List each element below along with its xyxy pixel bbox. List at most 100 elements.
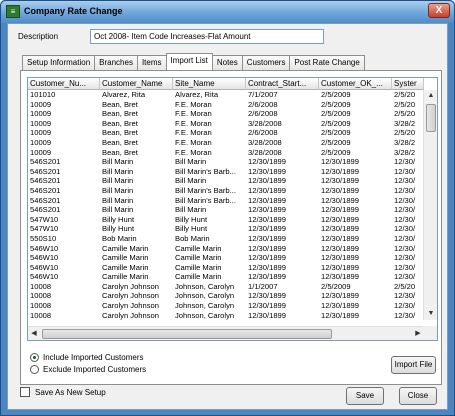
table-row[interactable]: 10008 Carolyn Johnson Johnson, Carolyn 12/3… bbox=[28, 291, 424, 301]
table-cell: 10008 bbox=[30, 301, 52, 311]
table-cell: 12/30/1899 bbox=[321, 272, 360, 282]
table-cell: 1/1/2007 bbox=[248, 281, 278, 291]
save-as-new-checkbox[interactable] bbox=[20, 387, 30, 397]
table-cell: 12/30/ bbox=[394, 233, 416, 243]
close-button[interactable]: Close bbox=[399, 387, 437, 405]
table-cell: 2/6/2008 bbox=[248, 99, 278, 109]
table-cell: Bean, Bret bbox=[102, 128, 138, 138]
table-cell: Camille Marin bbox=[175, 253, 222, 263]
grid-header: Customer_Nu... Customer_Name Site_Name Cont… bbox=[28, 78, 424, 90]
import-grid[interactable]: Customer_Nu... Customer_Name Site_Name Cont… bbox=[27, 77, 438, 341]
table-row[interactable]: 546S201 Bill Marin Bill Marin 12/30/1899 12/… bbox=[28, 157, 424, 167]
table-cell: Billy Hunt bbox=[102, 214, 135, 224]
table-cell: 12/30/1899 bbox=[248, 166, 287, 176]
tab-items[interactable]: Items bbox=[136, 55, 167, 70]
table-cell: 10009 bbox=[30, 109, 52, 119]
table-row[interactable]: 546W10 Camille Marin Camille Marin 12/30/18… bbox=[28, 253, 424, 263]
table-cell: Bill Marin bbox=[102, 176, 134, 186]
column-header[interactable]: Customer_Nu... bbox=[28, 78, 100, 90]
table-cell: 12/30/1899 bbox=[248, 272, 287, 282]
table-row[interactable]: 10009 Bean, Bret F.E. Moran 2/6/2008 2/5/200… bbox=[28, 128, 424, 138]
column-header[interactable]: Customer_Name bbox=[100, 78, 173, 90]
table-row[interactable]: 546S201 Bill Marin Bill Marin's Barb... 12/… bbox=[28, 186, 424, 196]
table-cell: Carolyn Johnson bbox=[102, 310, 159, 320]
table-row[interactable]: 546S201 Bill Marin Bill Marin's Barb... 12/… bbox=[28, 167, 424, 177]
tab-import-list[interactable]: Import List bbox=[165, 53, 213, 70]
table-cell: F.E. Moran bbox=[175, 147, 212, 157]
column-header[interactable]: Site_Name bbox=[173, 78, 246, 90]
scroll-left-arrow-icon[interactable]: ◀ bbox=[28, 327, 40, 340]
table-cell: Camille Marin bbox=[102, 253, 149, 263]
table-cell: Bean, Bret bbox=[102, 99, 138, 109]
import-file-button[interactable]: Import File bbox=[391, 356, 436, 374]
tab-branches[interactable]: Branches bbox=[94, 55, 138, 70]
table-cell: 2/5/2009 bbox=[321, 90, 351, 99]
table-cell: 2/6/2008 bbox=[248, 109, 278, 119]
vertical-scrollbar[interactable]: ▲ ▼ bbox=[423, 90, 437, 320]
table-cell: 12/30/ bbox=[394, 185, 416, 195]
table-cell: 546W10 bbox=[30, 262, 59, 272]
exclude-radio[interactable] bbox=[30, 365, 39, 374]
table-cell: 12/30/1899 bbox=[248, 224, 287, 234]
table-cell: 12/30/ bbox=[394, 272, 416, 282]
table-cell: 12/30/1899 bbox=[248, 291, 287, 301]
tab-customers[interactable]: Customers bbox=[241, 55, 291, 70]
table-row[interactable]: 10008 Carolyn Johnson Johnson, Carolyn 12/3… bbox=[28, 301, 424, 311]
save-as-new-setup-option[interactable]: Save As New Setup bbox=[20, 387, 106, 397]
column-header[interactable]: Contract_Start... bbox=[246, 78, 319, 90]
description-input[interactable]: Oct 2008- Item Code Increases-Flat Amoun… bbox=[90, 29, 324, 44]
table-row[interactable]: 10008 Carolyn Johnson Johnson, Carolyn 12/3… bbox=[28, 311, 424, 320]
include-imported-option[interactable]: Include Imported Customers bbox=[30, 353, 144, 362]
window-close-button[interactable]: X bbox=[428, 3, 450, 18]
table-row[interactable]: 10009 Bean, Bret F.E. Moran 3/28/2008 2/5/20… bbox=[28, 138, 424, 148]
table-cell: 10009 bbox=[30, 128, 52, 138]
table-row[interactable]: 10009 Bean, Bret F.E. Moran 2/6/2008 2/5/200… bbox=[28, 109, 424, 119]
horizontal-scroll-thumb[interactable] bbox=[42, 329, 332, 339]
vertical-scroll-thumb[interactable] bbox=[426, 104, 436, 132]
horizontal-scrollbar[interactable]: ◀ ▶ bbox=[28, 326, 424, 340]
table-cell: 12/30/1899 bbox=[321, 195, 360, 205]
table-row[interactable]: 10008 Carolyn Johnson Johnson, Carolyn 1/1/… bbox=[28, 282, 424, 292]
table-cell: 546S201 bbox=[30, 176, 61, 186]
table-cell: 12/30/1899 bbox=[248, 176, 287, 186]
scroll-up-arrow-icon[interactable]: ▲ bbox=[424, 90, 437, 102]
table-cell: Bill Marin's Barb... bbox=[175, 166, 236, 176]
title-bar[interactable]: ≡ Company Rate Change X bbox=[1, 1, 454, 23]
column-header[interactable]: Syster bbox=[392, 78, 424, 90]
tab-post-rate-change[interactable]: Post Rate Change bbox=[289, 55, 365, 70]
table-cell: Bean, Bret bbox=[102, 118, 138, 128]
table-row[interactable]: 546S201 Bill Marin Bill Marin's Barb... 12/… bbox=[28, 196, 424, 206]
table-row[interactable]: 547W10 Billy Hunt Billy Hunt 12/30/1899 12/3… bbox=[28, 215, 424, 225]
table-row[interactable]: 10009 Bean, Bret F.E. Moran 3/28/2008 2/5/20… bbox=[28, 148, 424, 158]
table-row[interactable]: 10009 Bean, Bret F.E. Moran 2/6/2008 2/5/200… bbox=[28, 100, 424, 110]
scroll-corner bbox=[423, 326, 437, 340]
table-row[interactable]: 546S201 Bill Marin Bill Marin 12/30/1899 12/… bbox=[28, 205, 424, 215]
table-row[interactable]: 10009 Bean, Bret F.E. Moran 3/28/2008 2/5/20… bbox=[28, 119, 424, 129]
save-button[interactable]: Save bbox=[346, 387, 384, 405]
table-cell: 10009 bbox=[30, 137, 52, 147]
table-row[interactable]: 546W10 Camille Marin Camille Marin 12/30/18… bbox=[28, 263, 424, 273]
table-cell: Johnson, Carolyn bbox=[175, 281, 235, 291]
table-cell: 12/30/1899 bbox=[321, 224, 360, 234]
table-row[interactable]: 546W10 Camille Marin Camille Marin 12/30/18… bbox=[28, 272, 424, 282]
tab-setup-information[interactable]: Setup Information bbox=[22, 55, 96, 70]
table-cell: 12/30/1899 bbox=[321, 176, 360, 186]
table-row[interactable]: 547W10 Billy Hunt Billy Hunt 12/30/1899 12/3… bbox=[28, 224, 424, 234]
table-cell: 10009 bbox=[30, 147, 52, 157]
table-row[interactable]: 546W10 Camille Marin Camille Marin 12/30/18… bbox=[28, 244, 424, 254]
table-cell: 2/5/2009 bbox=[321, 109, 351, 119]
table-cell: Bob Marin bbox=[102, 233, 137, 243]
include-radio[interactable] bbox=[30, 353, 39, 362]
column-header[interactable]: Customer_OK_... bbox=[319, 78, 392, 90]
table-cell: 2/5/20 bbox=[394, 90, 416, 99]
table-cell: 101010 bbox=[30, 90, 56, 99]
table-row[interactable]: 546S201 Bill Marin Bill Marin 12/30/1899 12/… bbox=[28, 176, 424, 186]
table-cell: Camille Marin bbox=[175, 243, 222, 253]
table-row[interactable]: 550S10 Bob Marin Bob Marin 12/30/1899 12/30/… bbox=[28, 234, 424, 244]
table-cell: 12/30/1899 bbox=[321, 310, 360, 320]
scroll-down-arrow-icon[interactable]: ▼ bbox=[424, 308, 437, 320]
table-row[interactable]: 101010 Alvarez, Rita Alvarez, Rita 7/1/2007… bbox=[28, 90, 424, 100]
exclude-imported-option[interactable]: Exclude Imported Customers bbox=[30, 365, 146, 374]
tab-notes[interactable]: Notes bbox=[211, 55, 243, 70]
table-cell: Camille Marin bbox=[175, 262, 222, 272]
